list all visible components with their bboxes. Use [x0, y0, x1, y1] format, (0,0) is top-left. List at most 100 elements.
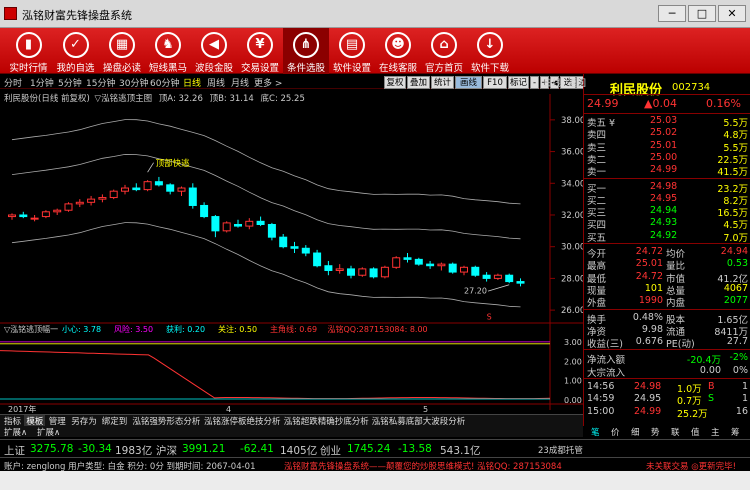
toolbar-label: 实时行情: [9, 63, 48, 74]
quote-row: 卖一 24.99 41.5万: [584, 164, 750, 179]
quote-price: 24.94: [650, 205, 678, 217]
minimize-button[interactable]: ─: [658, 5, 686, 22]
toolbar-bar-chart-button[interactable]: ▮ 实时行情: [5, 28, 52, 74]
index-bar-item: -30.34: [78, 443, 112, 455]
sub-y-tick-label: 0.00: [564, 396, 582, 405]
stat-row: 最高 25.01 量比 0.53: [584, 258, 750, 272]
chart-tool-button[interactable]: 画线: [455, 76, 482, 89]
toolbar-book-button[interactable]: ▦ 操盘必读: [99, 28, 145, 74]
quote-volume: 41.5万: [717, 167, 748, 179]
quote-price: 24.95: [650, 192, 678, 204]
toolbar-home-button[interactable]: ⌂ 官方首页: [421, 28, 467, 74]
stat-label: 外盘: [587, 298, 607, 310]
price-change-pct: 0.16%: [706, 97, 741, 110]
download-icon: ↓: [477, 32, 503, 58]
panel-bottom-tab[interactable]: 价: [611, 426, 620, 438]
expand-tab[interactable]: 扩展∧: [4, 426, 27, 438]
quote-label: 卖一: [587, 167, 607, 179]
chart-tool-button[interactable]: 统计: [431, 76, 454, 89]
maximize-button[interactable]: □: [688, 5, 716, 22]
expand-tab[interactable]: 扩展∧: [37, 426, 60, 438]
toolbar-tree-button[interactable]: ⋔ 条件选股: [283, 28, 329, 74]
people-icon: ☻: [385, 32, 411, 58]
indicator-label[interactable]: ▽泓铭逃顶主图: [95, 94, 153, 104]
toolbar-download-button[interactable]: ↓ 软件下载: [467, 28, 513, 74]
index-bar-item: -62.41: [240, 443, 274, 455]
tick-count: 1: [741, 393, 748, 405]
sub-y-tick-label: 1.00: [564, 377, 582, 386]
period-tab[interactable]: 日线: [183, 76, 201, 89]
panel-bottom-tab[interactable]: 联: [671, 426, 680, 438]
candle: [448, 262, 457, 274]
fund-value: 0.676: [635, 336, 663, 348]
index-bar-item: 3275.78: [30, 443, 74, 455]
fundamental-row: 收益(三) 0.676 PE(动) 27.7: [584, 336, 750, 350]
period-tab[interactable]: 1分钟: [30, 76, 54, 89]
tick-time: 14:56: [587, 381, 615, 392]
panel-bottom-tab[interactable]: 主: [711, 426, 720, 438]
chart-tool-button[interactable]: 叠加: [407, 76, 430, 89]
quote-price: 25.02: [650, 127, 678, 139]
panel-bottom-tab[interactable]: 筹: [731, 426, 740, 438]
period-tab[interactable]: 周线: [207, 76, 225, 89]
panel-bottom-tab[interactable]: 势: [651, 426, 660, 438]
y-tick-label: 28.00: [561, 274, 583, 284]
panel-bottom-tab[interactable]: 笔: [591, 426, 600, 438]
candle: [505, 273, 514, 284]
toolbar-label: 软件设置: [332, 63, 371, 74]
quote-price: 25.03: [650, 115, 678, 126]
period-tab[interactable]: 月线: [231, 76, 249, 89]
quote-price: 25.01: [650, 139, 678, 151]
y-tick-label: 32.00: [561, 211, 583, 221]
candle: [143, 180, 152, 192]
quote-price: 25.00: [650, 151, 678, 163]
period-tab[interactable]: 更多 >: [254, 76, 282, 89]
toolbar-yen-button[interactable]: ¥ 交易设置: [237, 28, 283, 74]
toolbar-label: 官方首页: [424, 63, 463, 74]
bar-chart-icon: ▮: [15, 32, 42, 58]
speaker-icon: ◀: [201, 32, 227, 58]
toolbar-speaker-button[interactable]: ◀ 波段金股: [191, 28, 237, 74]
toolbar-horse-button[interactable]: ♞ 短线黑马: [145, 28, 191, 74]
toolbar-label: 条件选股: [286, 63, 325, 74]
period-tab[interactable]: 15分钟: [86, 76, 115, 89]
quote-price: 24.99: [650, 164, 678, 176]
close-button[interactable]: ✕: [718, 5, 746, 22]
fundamental-row: 换手 0.48% 股本 1.65亿: [584, 312, 750, 326]
chart-tool-button[interactable]: F10: [483, 76, 507, 89]
chart-tool-button[interactable]: 标记: [508, 76, 529, 89]
panel-bottom-tab[interactable]: 值: [691, 426, 700, 438]
period-tab[interactable]: 分时: [4, 76, 22, 89]
tick-flag: B: [708, 381, 715, 392]
toolbar-star-button[interactable]: ✓ 我的自选: [52, 28, 99, 74]
toolbar-people-button[interactable]: ☻ 在线客服: [375, 28, 421, 74]
stat-value: 1990: [638, 295, 663, 307]
panel-tab[interactable]: 日线: [543, 76, 561, 89]
quote-row: 卖四 25.02 4.8万: [584, 127, 750, 141]
panel-bottom-tab[interactable]: 细: [631, 426, 640, 438]
index-bar-item: -13.58: [398, 443, 432, 455]
fundamental-row: 净资 9.98 流通 8411万: [584, 324, 750, 338]
panel-tab[interactable]: 返回: [568, 76, 586, 89]
sub-chart-label[interactable]: ▽泓铭逃顶幅一: [4, 324, 58, 334]
period-tab[interactable]: 5分钟: [58, 76, 82, 89]
signal-label: 顶部快逃: [156, 158, 191, 169]
title-bar: 泓铭财富先锋操盘系统 ─ □ ✕: [0, 0, 750, 28]
tick-count: 1: [741, 381, 748, 392]
chart-tool-button[interactable]: 复权: [384, 76, 406, 89]
flow-pct: -2%: [729, 352, 749, 364]
quote-row: 卖三 25.01 5.5万: [584, 139, 750, 154]
tick-row: 14:56 24.98 1.0万 B 1: [584, 381, 750, 395]
chart-tool-button[interactable]: -: [530, 76, 539, 89]
stat-value: 0.53: [726, 258, 748, 270]
period-tab[interactable]: 30分钟: [119, 76, 148, 89]
sub-legend-item: 小心: 3.78: [62, 325, 101, 334]
y-tick-label: 38.00: [561, 116, 583, 126]
candle: [358, 267, 367, 277]
toolbar-label: 波段金股: [194, 63, 233, 74]
index-bar-item: 上证: [4, 445, 25, 457]
toolbar-clipboard-button[interactable]: ▤ 软件设置: [329, 28, 375, 74]
toolbar-label: 软件下载: [470, 63, 509, 74]
period-tab[interactable]: 60分钟: [150, 76, 179, 89]
sub-y-tick-label: 2.00: [564, 357, 582, 366]
